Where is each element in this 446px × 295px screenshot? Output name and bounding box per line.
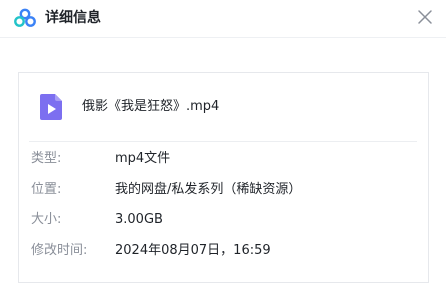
detail-row-type: 类型: mp4文件 [19, 150, 428, 168]
video-file-icon [39, 93, 63, 121]
file-details-dialog: 详细信息 俄影《我是狂怒》.mp4 类型: mp4文件 位置: 我的网盘/私发系… [0, 0, 446, 295]
file-info-card: 俄影《我是狂怒》.mp4 类型: mp4文件 位置: 我的网盘/私发系列（稀缺资… [18, 72, 429, 283]
file-header: 俄影《我是狂怒》.mp4 [19, 73, 428, 141]
dialog-title: 详细信息 [45, 10, 101, 26]
detail-label: 大小: [31, 212, 62, 227]
detail-row-size: 大小: 3.00GB [19, 211, 428, 229]
detail-row-location: 位置: 我的网盘/私发系列（稀缺资源） [19, 181, 428, 199]
detail-label: 位置: [31, 182, 62, 197]
dialog-titlebar: 详细信息 [0, 0, 446, 38]
detail-value: 2024年08月07日，16:59 [115, 243, 271, 258]
cloud-logo-icon [14, 8, 36, 28]
file-name: 俄影《我是狂怒》.mp4 [82, 99, 220, 114]
detail-label: 类型: [31, 151, 62, 166]
detail-value: 我的网盘/私发系列（稀缺资源） [115, 182, 302, 197]
divider [29, 141, 417, 142]
detail-value: 3.00GB [115, 212, 163, 227]
close-icon[interactable] [417, 9, 433, 25]
detail-label: 修改时间: [31, 243, 88, 258]
detail-value: mp4文件 [115, 151, 171, 166]
detail-row-modified-time: 修改时间: 2024年08月07日，16:59 [19, 242, 428, 260]
